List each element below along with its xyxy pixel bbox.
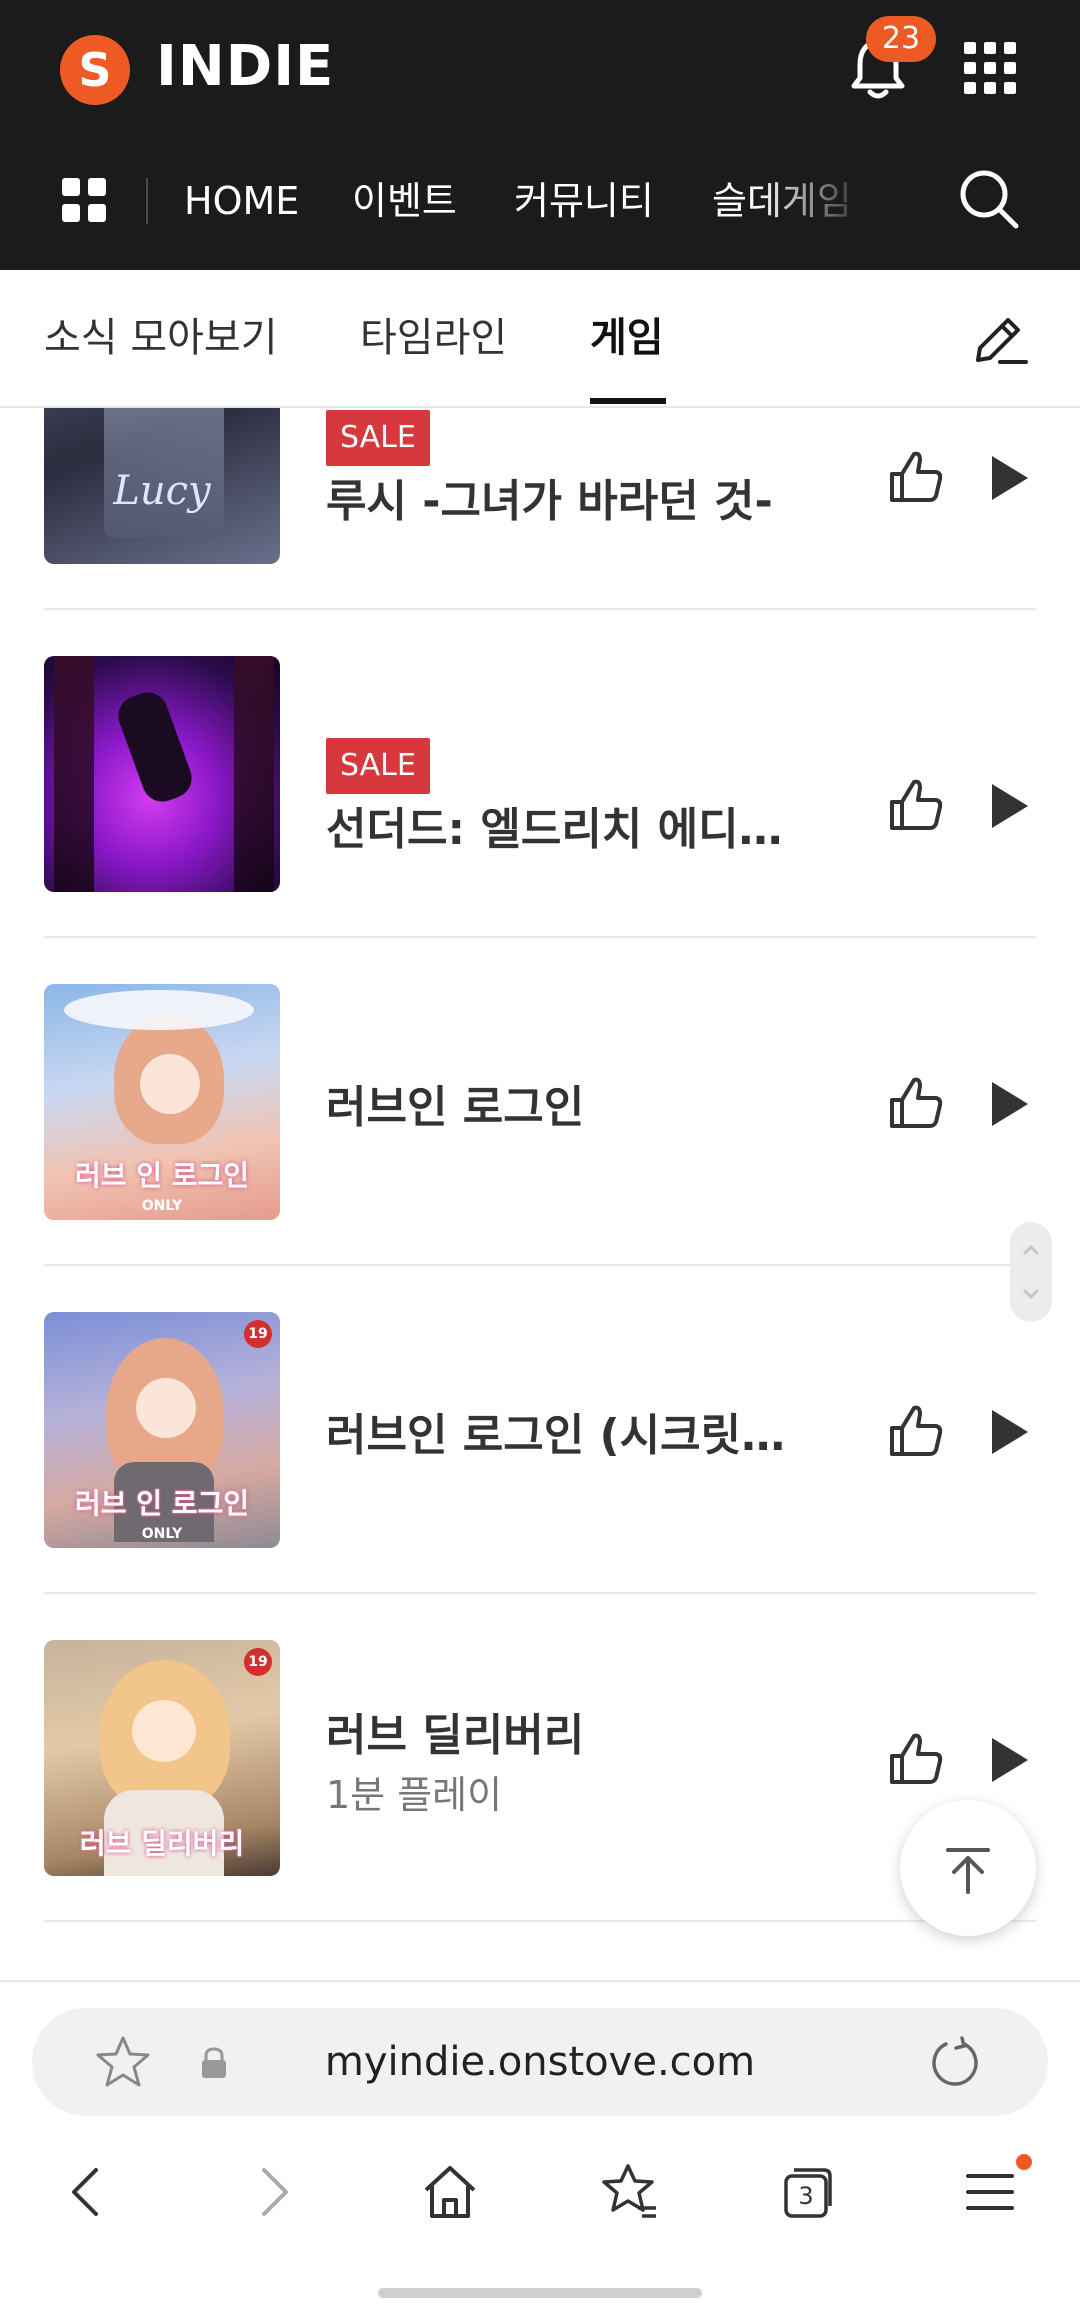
- home-indicator: [378, 2288, 702, 2298]
- nav-community[interactable]: 커뮤니티: [514, 168, 654, 234]
- nav-divider: [146, 178, 148, 224]
- arrow-up-icon: [946, 1848, 990, 1894]
- age-rating-badge: 19: [244, 1320, 272, 1348]
- reload-icon[interactable]: [928, 2036, 980, 2088]
- notification-badge: 23: [866, 16, 936, 62]
- tab-count: 3: [798, 2182, 814, 2210]
- pencil-icon[interactable]: [970, 310, 1028, 368]
- back-icon[interactable]: [56, 2160, 120, 2224]
- tab-timeline[interactable]: 타임라인: [360, 310, 507, 366]
- category-menu-icon[interactable]: [62, 178, 106, 222]
- thumbnail-title: Lucy: [113, 468, 211, 514]
- nav-events[interactable]: 이벤트: [352, 168, 457, 234]
- address-bar[interactable]: myindie.onstove.com: [32, 2008, 1048, 2116]
- row-divider: [44, 1920, 1036, 1922]
- menu-icon[interactable]: [958, 2160, 1022, 2224]
- game-list: Lucy SALE 루시 -그녀가 바라던 것- SALE 선더드: 엘드리치 …: [0, 408, 1080, 1980]
- home-icon[interactable]: [418, 2160, 482, 2224]
- forward-icon[interactable]: [240, 2160, 304, 2224]
- game-title[interactable]: 러브 딜리버리: [326, 1706, 786, 1766]
- play-time: 1분 플레이: [326, 1773, 503, 1817]
- url-text[interactable]: myindie.onstove.com: [32, 2008, 1048, 2116]
- thumbnail-title: 러브 인 로그인: [74, 1159, 250, 1192]
- browser-toolbar: myindie.onstove.com 3: [0, 1980, 1080, 2318]
- brand-title[interactable]: INDIE: [156, 32, 334, 102]
- play-icon[interactable]: [988, 1408, 1030, 1456]
- play-icon[interactable]: [988, 1080, 1030, 1128]
- thumbnail-badge: ONLY: [141, 1526, 183, 1542]
- game-title[interactable]: 러브인 로그인: [326, 1078, 786, 1138]
- play-icon[interactable]: [988, 782, 1030, 830]
- thumbnail-title: 러브 딜리버리: [79, 1827, 245, 1860]
- menu-notification-dot: [1016, 2154, 1032, 2170]
- game-thumbnail[interactable]: [44, 656, 280, 892]
- nav-home[interactable]: HOME: [184, 168, 299, 234]
- apps-grid-icon[interactable]: [962, 40, 1018, 96]
- nav-fade-overlay: [760, 150, 880, 250]
- thumbs-up-icon[interactable]: [886, 1074, 944, 1132]
- scroll-to-top-button[interactable]: [900, 1800, 1036, 1936]
- game-title[interactable]: 루시 -그녀가 바라던 것-: [326, 472, 786, 532]
- thumbs-up-icon[interactable]: [886, 448, 944, 506]
- list-item[interactable]: 러브 인 로그인 ONLY 러브인 로그인: [0, 938, 1080, 1266]
- tab-games[interactable]: 게임: [590, 310, 664, 366]
- age-rating-badge: 19: [244, 1648, 272, 1676]
- scroll-handle[interactable]: [1010, 1222, 1052, 1322]
- game-thumbnail[interactable]: 19 러브 딜리버리: [44, 1640, 280, 1876]
- game-title[interactable]: 선더드: 엘드리치 에디…: [326, 800, 786, 860]
- game-thumbnail[interactable]: Lucy: [44, 408, 280, 564]
- play-icon[interactable]: [988, 1736, 1030, 1784]
- top-header: S INDIE 23 HOME 이벤트 커뮤니티 슬데게임: [0, 0, 1080, 270]
- sale-badge: SALE: [326, 738, 430, 794]
- list-item[interactable]: SALE 선더드: 엘드리치 에디…: [0, 610, 1080, 938]
- play-icon[interactable]: [988, 454, 1030, 502]
- game-title[interactable]: 러브인 로그인 (시크릿 …: [326, 1406, 786, 1466]
- list-item[interactable]: 19 러브 인 로그인 ONLY 러브인 로그인 (시크릿 …: [0, 1266, 1080, 1594]
- stove-logo[interactable]: S: [60, 35, 130, 105]
- game-thumbnail[interactable]: 러브 인 로그인 ONLY: [44, 984, 280, 1220]
- game-thumbnail[interactable]: 19 러브 인 로그인 ONLY: [44, 1312, 280, 1548]
- search-icon[interactable]: [958, 168, 1020, 230]
- thumbs-up-icon[interactable]: [886, 776, 944, 834]
- tabs-button[interactable]: 3: [776, 2160, 840, 2224]
- tab-news[interactable]: 소식 모아보기: [44, 310, 278, 366]
- thumbs-up-icon[interactable]: [886, 1402, 944, 1460]
- active-tab-indicator: [590, 398, 666, 404]
- sale-badge: SALE: [326, 410, 430, 466]
- thumbnail-badge: ONLY: [141, 1198, 183, 1214]
- bookmarks-icon[interactable]: [598, 2160, 662, 2224]
- list-item[interactable]: Lucy SALE 루시 -그녀가 바라던 것-: [0, 408, 1080, 610]
- sub-tab-bar: 소식 모아보기 타임라인 게임: [0, 270, 1080, 408]
- thumbs-up-icon[interactable]: [886, 1730, 944, 1788]
- scroll-arrows-icon: [1022, 1244, 1040, 1300]
- thumbnail-title: 러브 인 로그인: [74, 1487, 250, 1520]
